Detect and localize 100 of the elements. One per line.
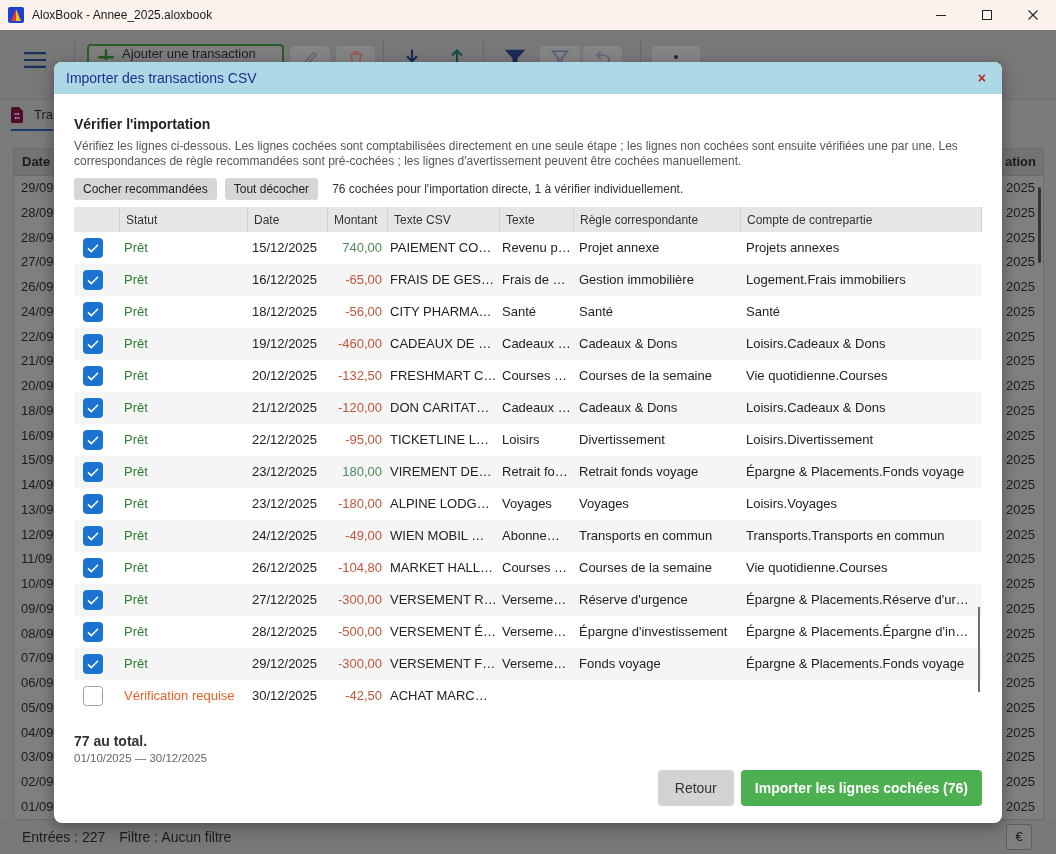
- amount-text: -49,00: [345, 527, 382, 546]
- column-header[interactable]: Montant: [334, 210, 378, 229]
- checkbox[interactable]: [83, 462, 103, 482]
- back-button[interactable]: Retour: [657, 770, 734, 806]
- menu-icon[interactable]: [24, 52, 46, 68]
- amount-text: -65,00: [345, 271, 382, 290]
- currency-button[interactable]: €: [1006, 824, 1032, 850]
- rule-text: Cadeaux & Dons: [579, 399, 678, 418]
- csv-text: ALPINE LODG…: [390, 495, 490, 514]
- filter-status-text: Filtre : Aucun filtre: [119, 827, 232, 847]
- year-text: 2025: [1006, 426, 1035, 445]
- label-text: Courses …: [502, 367, 568, 386]
- date-text: 14/09: [21, 476, 54, 495]
- date-text: 23/12/2025: [252, 463, 318, 482]
- date-text: 23/12/2025: [252, 495, 318, 514]
- date-text: 02/09: [21, 773, 54, 792]
- plus-icon: [97, 47, 115, 60]
- column-header[interactable]: Texte CSV: [394, 210, 451, 229]
- action-button[interactable]: Tout décocher: [224, 178, 319, 200]
- label-text: Verseme…: [502, 655, 567, 674]
- column-header[interactable]: Texte: [506, 210, 535, 229]
- date-text: 15/12/2025: [252, 239, 318, 258]
- amount-text: -56,00: [345, 303, 382, 322]
- status-text: Prêt: [124, 399, 148, 418]
- date-text: 10/09: [21, 575, 54, 594]
- status-text: Prêt: [124, 559, 148, 578]
- checkbox[interactable]: [83, 622, 103, 642]
- amount-text: -300,00: [337, 655, 382, 674]
- amount-text: -500,00: [337, 623, 382, 642]
- close-icon[interactable]: [1028, 10, 1038, 20]
- checkbox[interactable]: [83, 590, 103, 610]
- checkbox[interactable]: [83, 654, 103, 674]
- close-button[interactable]: ×: [977, 71, 986, 85]
- date-text: 29/12/2025: [252, 655, 318, 674]
- column-header[interactable]: Règle correspondante: [580, 210, 699, 229]
- column-header[interactable]: Statut: [126, 210, 158, 229]
- checkbox[interactable]: [83, 238, 103, 258]
- label-text: Retrait fo…: [502, 463, 568, 482]
- checkbox[interactable]: [83, 334, 103, 354]
- account-text: Épargne & Placements.Réserve d'ur…: [746, 591, 969, 610]
- checkbox[interactable]: [83, 686, 103, 706]
- rule-text: Réserve d'urgence: [579, 591, 688, 610]
- account-text: Épargne & Placements.Fonds voyage: [746, 655, 965, 674]
- amount-text: -95,00: [345, 431, 382, 450]
- scrollbar-thumb[interactable]: [1038, 187, 1041, 263]
- checkbox[interactable]: [83, 302, 103, 322]
- rule-text: Gestion immobilière: [579, 271, 694, 290]
- label-text: Verseme…: [502, 591, 567, 610]
- date-text: 21/09: [21, 352, 54, 371]
- year-text: 2025: [1006, 575, 1035, 594]
- year-text: 2025: [1006, 228, 1035, 247]
- instructions-text: Vérifiez les lignes ci-dessous. Les lignes cochées sont comptabilisées directement en une seule étape ; les lignes non cochées sont ensuite vérifiées une par une. Les correspondances de règle recommandées sont pré-cochées ; les lignes d'avertissement peuvent être cochées manuellement.: [74, 139, 959, 169]
- date-text: 27/12/2025: [252, 591, 318, 610]
- account-text: Transports.Transports en commun: [746, 527, 945, 546]
- column-header[interactable]: Date: [254, 210, 280, 229]
- scrollbar-thumb[interactable]: [978, 607, 980, 692]
- date-text: 15/09: [21, 451, 54, 470]
- maximize-icon[interactable]: [982, 10, 992, 20]
- rule-text: Cadeaux & Dons: [579, 335, 678, 354]
- amount-text: -180,00: [337, 495, 382, 514]
- status-text: Prêt: [124, 591, 148, 610]
- date-text: 24/12/2025: [252, 527, 318, 546]
- entries-count-text: Entrées : 227: [22, 827, 106, 847]
- status-text: Prêt: [124, 303, 148, 322]
- csv-text: TICKETLINE L…: [390, 431, 489, 450]
- checkbox[interactable]: [83, 398, 103, 418]
- checkbox[interactable]: [83, 270, 103, 290]
- undo-icon: [593, 49, 612, 62]
- app-logo-icon: [8, 7, 24, 23]
- label-text: Voyages: [502, 495, 552, 514]
- rule-text: Courses de la semaine: [579, 367, 712, 386]
- checkbox[interactable]: [83, 494, 103, 514]
- column-header[interactable]: Compte de contrepartie: [747, 210, 873, 229]
- minimize-icon[interactable]: [936, 14, 946, 16]
- year-text: 2025: [1006, 748, 1035, 767]
- checkbox[interactable]: [83, 430, 103, 450]
- date-text: 16/12/2025: [252, 271, 318, 290]
- amount-text: 740,00: [342, 239, 382, 258]
- status-text: Prêt: [124, 271, 148, 290]
- action-button[interactable]: Cocher recommandées: [74, 178, 217, 200]
- date-range-text: 01/10/2025 — 30/12/2025: [74, 751, 207, 766]
- rule-text: Voyages: [579, 495, 629, 514]
- year-text: 2025: [1006, 377, 1035, 396]
- checkbox[interactable]: [83, 366, 103, 386]
- date-text: 22/09: [21, 327, 54, 346]
- year-text: 2025: [1006, 253, 1035, 272]
- label-text: Cadeaux …: [502, 335, 571, 354]
- date-text: 04/09: [21, 723, 54, 742]
- year-text: 2025: [1006, 203, 1035, 222]
- label-text: Abonne…: [502, 527, 560, 546]
- checkbox[interactable]: [83, 558, 103, 578]
- rule-text: Fonds voyage: [579, 655, 661, 674]
- add-transaction-button[interactable]: Ajouter une transaction: [87, 44, 284, 62]
- account-text: Épargne & Placements.Fonds voyage: [746, 463, 965, 482]
- section-heading: Vérifier l'importation: [74, 116, 211, 132]
- year-text: 2025: [1006, 624, 1035, 643]
- amount-text: -104,80: [337, 559, 382, 578]
- checkbox[interactable]: [83, 526, 103, 546]
- date-text: 24/09: [21, 302, 54, 321]
- rule-text: Épargne d'investissement: [579, 623, 728, 642]
